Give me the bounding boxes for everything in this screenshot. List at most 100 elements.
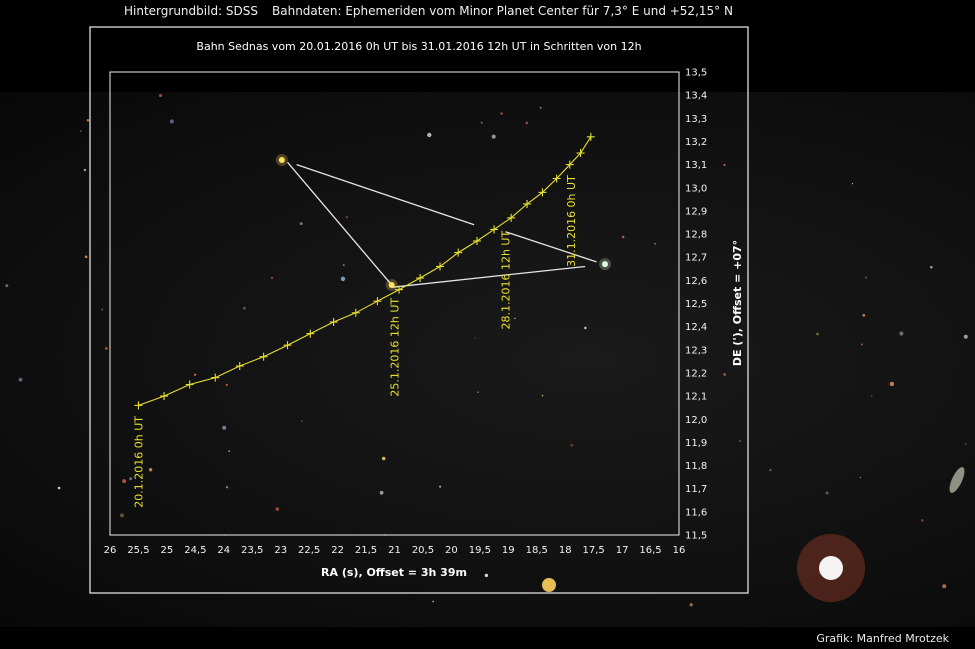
background-star bbox=[861, 343, 863, 346]
background-star bbox=[225, 486, 229, 489]
x-tick-label: 25,5 bbox=[127, 545, 149, 556]
orbit-curve bbox=[138, 136, 592, 406]
background-star bbox=[899, 331, 904, 336]
background-star bbox=[381, 456, 386, 461]
y-tick-label: 11,5 bbox=[685, 531, 707, 542]
background-star bbox=[570, 443, 574, 447]
orbit-point bbox=[306, 329, 315, 338]
background-star bbox=[525, 121, 529, 125]
orbit-point bbox=[134, 401, 143, 410]
x-tick-label: 26 bbox=[104, 545, 117, 556]
y-tick-label: 13,1 bbox=[685, 160, 707, 171]
bright-star bbox=[542, 578, 556, 592]
background-star bbox=[851, 183, 854, 185]
y-tick-label: 12,8 bbox=[685, 230, 707, 241]
star bbox=[278, 156, 285, 163]
background-star bbox=[862, 313, 866, 317]
y-tick-label: 13,2 bbox=[685, 137, 707, 148]
background-star bbox=[942, 584, 947, 589]
star bbox=[388, 281, 395, 288]
background-star bbox=[122, 479, 127, 484]
y-tick-label: 13,5 bbox=[685, 68, 707, 79]
background-star bbox=[379, 490, 384, 495]
date-annotation: 28.1.2016 12h UT bbox=[500, 231, 513, 330]
x-tick-label: 23 bbox=[274, 545, 287, 556]
background-star bbox=[57, 486, 61, 490]
background-star bbox=[769, 469, 772, 472]
pointer-lines bbox=[287, 161, 597, 288]
orbit-point bbox=[211, 373, 220, 382]
x-tick-label: 22,5 bbox=[298, 545, 320, 556]
x-tick-label: 18,5 bbox=[526, 545, 548, 556]
background-star bbox=[427, 132, 432, 138]
background-star bbox=[342, 264, 345, 266]
orbit-point bbox=[586, 132, 595, 141]
x-tick-label: 22 bbox=[331, 545, 344, 556]
background-star bbox=[539, 106, 542, 109]
background-star bbox=[18, 377, 23, 382]
orbit-markers bbox=[134, 132, 595, 410]
background-star bbox=[500, 112, 503, 115]
background-star bbox=[491, 134, 496, 139]
pointer-line bbox=[296, 163, 475, 226]
orbit-point bbox=[259, 352, 268, 361]
background-star bbox=[859, 476, 862, 479]
date-annotation: 31.1.2016 0h UT bbox=[565, 175, 578, 267]
x-tick-label: 25 bbox=[161, 545, 174, 556]
background-star bbox=[225, 383, 228, 386]
bright-star bbox=[819, 556, 843, 580]
background-star bbox=[83, 168, 87, 172]
background-star bbox=[169, 119, 174, 124]
background-star bbox=[514, 317, 516, 320]
pointer-line bbox=[391, 265, 586, 288]
x-tick-label: 21,5 bbox=[355, 545, 377, 556]
background-star bbox=[889, 381, 895, 387]
y-tick-label: 12,3 bbox=[685, 345, 707, 356]
background-star bbox=[228, 450, 231, 452]
orbit-point bbox=[283, 341, 292, 350]
background-star bbox=[541, 394, 544, 397]
background-star bbox=[865, 276, 868, 279]
background-star bbox=[301, 420, 303, 422]
background-star bbox=[271, 276, 273, 279]
x-tick-label: 16,5 bbox=[639, 545, 661, 556]
x-tick-label: 21 bbox=[388, 545, 401, 556]
star bbox=[602, 261, 609, 268]
background-star bbox=[930, 265, 933, 269]
background-star bbox=[299, 222, 303, 226]
orbit-point bbox=[329, 318, 338, 327]
x-tick-label: 24,5 bbox=[184, 545, 206, 556]
y-tick-label: 12,5 bbox=[685, 299, 707, 310]
y-tick-label: 12,7 bbox=[685, 253, 707, 264]
y-tick-label: 13,3 bbox=[685, 114, 707, 125]
chart-title: Bahn Sednas vom 20.01.2016 0h UT bis 31.… bbox=[196, 40, 641, 53]
background-star bbox=[739, 440, 741, 442]
orbit-point bbox=[235, 362, 244, 371]
background-star bbox=[584, 326, 587, 330]
y-tick-label: 13,0 bbox=[685, 183, 707, 194]
background-star bbox=[5, 284, 9, 288]
background-star bbox=[474, 337, 476, 339]
background-star bbox=[105, 347, 108, 350]
x-tick-label: 18 bbox=[559, 545, 572, 556]
orbit-point bbox=[373, 297, 382, 306]
background-star bbox=[964, 443, 967, 446]
background-star bbox=[84, 255, 88, 259]
x-tick-label: 20,5 bbox=[412, 545, 434, 556]
sedna-orbit-chart: Bahn Sednas vom 20.01.2016 0h UT bis 31.… bbox=[5, 26, 968, 607]
background-star bbox=[345, 216, 348, 219]
x-tick-label: 23,5 bbox=[241, 545, 263, 556]
y-axis-label: DE ('), Offset = +07° bbox=[731, 240, 744, 366]
orbit-point bbox=[416, 274, 425, 283]
background-star bbox=[439, 485, 442, 488]
orbit-point bbox=[185, 380, 194, 389]
pointer-line bbox=[287, 161, 393, 286]
background-stars bbox=[5, 93, 968, 607]
background-star bbox=[477, 391, 480, 394]
y-tick-label: 11,8 bbox=[685, 461, 707, 472]
background-star bbox=[86, 119, 90, 122]
y-tick-label: 12,1 bbox=[685, 392, 707, 403]
background-star bbox=[816, 332, 819, 336]
x-tick-label: 19 bbox=[502, 545, 515, 556]
background-star bbox=[101, 308, 104, 311]
